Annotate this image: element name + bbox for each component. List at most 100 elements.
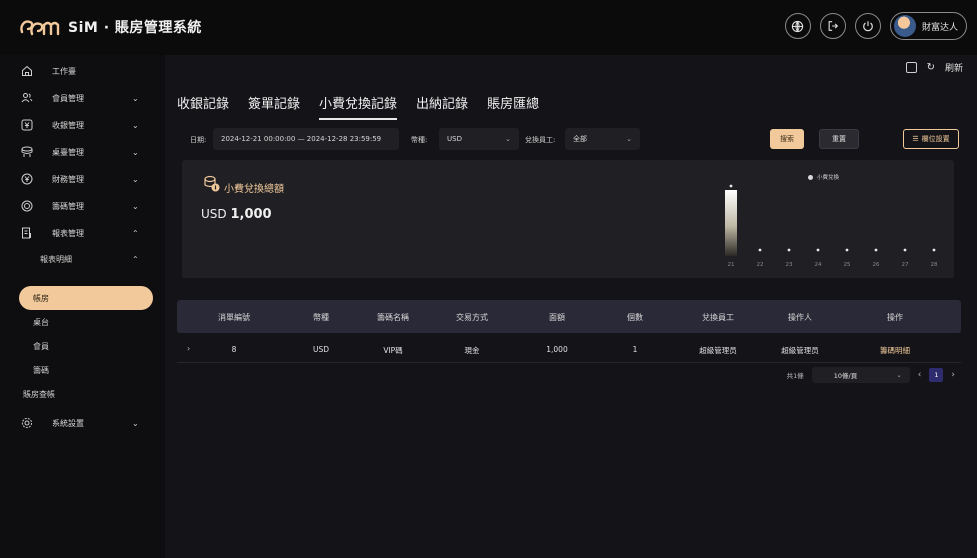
chevron-down-icon: ⌄ (132, 174, 139, 184)
coins-icon (204, 175, 220, 192)
power-icon[interactable] (854, 13, 881, 39)
next-page-icon[interactable]: › (951, 370, 955, 380)
sidebar-group-label: 報表明細 (40, 254, 72, 264)
chevron-down-icon: ⌄ (132, 93, 139, 103)
chevron-down-icon: ⌄ (132, 120, 139, 130)
cell-currency: USD (312, 345, 330, 354)
sidebar-subitem-table[interactable]: 桌台 (0, 310, 165, 334)
tab-cashier-records[interactable]: 收銀記錄 (177, 93, 229, 120)
sidebar-subitem-label: 桌台 (33, 317, 49, 327)
cell-operator: 超級管理员 (781, 346, 819, 355)
column-header: 操作人 (788, 313, 812, 322)
sidebar-item-cashier[interactable]: 收銀管理 ⌄ (0, 112, 165, 138)
summary-currency: USD (201, 207, 227, 221)
save-icon[interactable] (905, 62, 917, 73)
date-range-value: 2024-12-21 00:00:00 — 2024-12-28 23:59:5… (221, 135, 382, 143)
column-header: 操作 (887, 313, 903, 322)
currency-select[interactable]: USD ⌄ (439, 128, 519, 150)
sidebar-item-label: 桌臺管理 (52, 147, 84, 157)
app-logo: SiM · 賬房管理系統 (18, 14, 202, 40)
column-header: 消單編號 (218, 313, 250, 322)
sidebar-subitem-chip[interactable]: 籌碼 (0, 358, 165, 382)
sidebar: 工作臺 會員管理 ⌄ 收銀管理 ⌄ 桌臺管理 ⌄ 財務管理 ⌄ 籌碼管理 ⌄ 報… (0, 55, 165, 558)
column-header: 兌換員工 (702, 313, 734, 322)
refresh-icon[interactable]: ↻ (927, 62, 935, 73)
sidebar-item-finance[interactable]: 財務管理 ⌄ (0, 166, 165, 192)
sidebar-subitem-member[interactable]: 會員 (0, 334, 165, 358)
column-header: 個數 (627, 313, 643, 322)
sidebar-item-dashboard[interactable]: 工作臺 (0, 58, 165, 84)
expand-row-icon[interactable]: › (187, 344, 190, 353)
column-settings-button[interactable]: ☰ 欄位設置 (903, 129, 959, 149)
user-group-icon (20, 91, 34, 105)
chart-point (845, 248, 849, 252)
refresh-label[interactable]: 刷新 (945, 61, 963, 74)
logout-icon[interactable] (819, 13, 846, 39)
avatar (893, 15, 916, 37)
sidebar-item-tables[interactable]: 桌臺管理 ⌄ (0, 139, 165, 165)
chart-point (874, 248, 878, 252)
cashier-icon (20, 118, 34, 132)
finance-icon (20, 172, 34, 186)
tab-tip-exchange-records[interactable]: 小費兌換記錄 (319, 93, 398, 120)
sidebar-item-label: 報表管理 (52, 228, 84, 238)
tab-account-summary[interactable]: 賬房匯總 (487, 93, 539, 120)
tab-teller-records[interactable]: 出納記錄 (416, 93, 468, 120)
sidebar-group-report-details[interactable]: 報表明細 ⌃ (0, 247, 165, 271)
x-tick-label: 28 (931, 262, 938, 268)
tab-sign-records[interactable]: 簽單記錄 (248, 93, 300, 120)
sidebar-item-label: 工作臺 (52, 66, 76, 76)
sidebar-item-label: 財務管理 (52, 174, 84, 184)
cell-order-no: 8 (231, 345, 237, 354)
record-tabs: 收銀記錄 簽單記錄 小費兌換記錄 出納記錄 賬房匯總 (177, 93, 558, 120)
home-icon (20, 64, 34, 78)
page-number[interactable]: 1 (929, 368, 944, 382)
language-globe-icon[interactable] (784, 13, 811, 39)
chart-point (758, 248, 762, 252)
table-row[interactable]: › 8 USD VIP碼 現金 1,000 1 超級管理员 超級管理员 籌碼明細 (177, 335, 961, 363)
reset-button[interactable]: 重置 (819, 129, 859, 149)
sidebar-item-settings[interactable]: 系統設置 ⌄ (0, 410, 165, 436)
sidebar-item-label: 賬房查帳 (23, 389, 55, 399)
column-header: 交易方式 (456, 313, 488, 322)
table-header: 消單編號 幣種 籌碼名稱 交易方式 面額 個數 兌換員工 操作人 操作 (177, 300, 961, 333)
chevron-down-icon: ⌄ (896, 371, 902, 379)
chart-point (903, 248, 907, 252)
main-content: ↻ 刷新 收銀記錄 簽單記錄 小費兌換記錄 出納記錄 賬房匯總 日期: 2024… (165, 55, 977, 558)
report-icon (20, 226, 34, 240)
settings-icon (20, 416, 34, 430)
chevron-down-icon: ⌄ (132, 147, 139, 157)
chevron-up-icon: ⌃ (132, 254, 139, 264)
sidebar-item-members[interactable]: 會員管理 ⌄ (0, 85, 165, 111)
app-title: SiM · 賬房管理系統 (68, 20, 202, 36)
x-tick-label: 27 (902, 262, 909, 268)
currency-value: USD (447, 135, 462, 143)
user-menu[interactable]: 財富达人 (889, 12, 967, 40)
sidebar-subitem-account-room[interactable]: 帳房 (19, 286, 153, 310)
sim-logo-icon (20, 20, 60, 36)
sidebar-item-label: 會員管理 (52, 93, 84, 103)
pagination: 共1條 10條/頁 ⌄ ‹ 1 › (787, 367, 955, 383)
staff-select[interactable]: 全部 ⌄ (565, 128, 640, 150)
tip-exchange-summary-card: 小費兌換總額 USD 1,000 小費兌換 21 22 23 24 25 26 27 28 (182, 160, 954, 278)
sidebar-item-reports[interactable]: 報表管理 ⌃ (0, 220, 165, 246)
cell-count: 1 (632, 345, 638, 354)
page-size-select[interactable]: 10條/頁 ⌄ (811, 367, 910, 383)
chart-bar (725, 190, 737, 256)
date-range-picker[interactable]: 2024-12-21 00:00:00 — 2024-12-28 23:59:5… (213, 128, 399, 150)
chart-point (816, 248, 820, 252)
date-label: 日期: (190, 136, 207, 144)
user-name: 財富达人 (921, 22, 958, 33)
column-header: 幣種 (313, 313, 329, 322)
staff-label: 兌換員工: (525, 136, 556, 144)
prev-page-icon[interactable]: ‹ (918, 370, 922, 380)
sidebar-item-chips[interactable]: 籌碼管理 ⌄ (0, 193, 165, 219)
sidebar-subitem-label: 會員 (33, 341, 49, 351)
chart-point (787, 248, 791, 252)
chart-point (932, 248, 936, 252)
chevron-down-icon: ⌄ (626, 135, 632, 143)
chart-point (729, 184, 733, 188)
chip-details-link[interactable]: 籌碼明細 (880, 345, 910, 356)
sidebar-item-account-reconcile[interactable]: 賬房查帳 (0, 382, 165, 406)
search-button[interactable]: 搜索 (770, 129, 804, 149)
